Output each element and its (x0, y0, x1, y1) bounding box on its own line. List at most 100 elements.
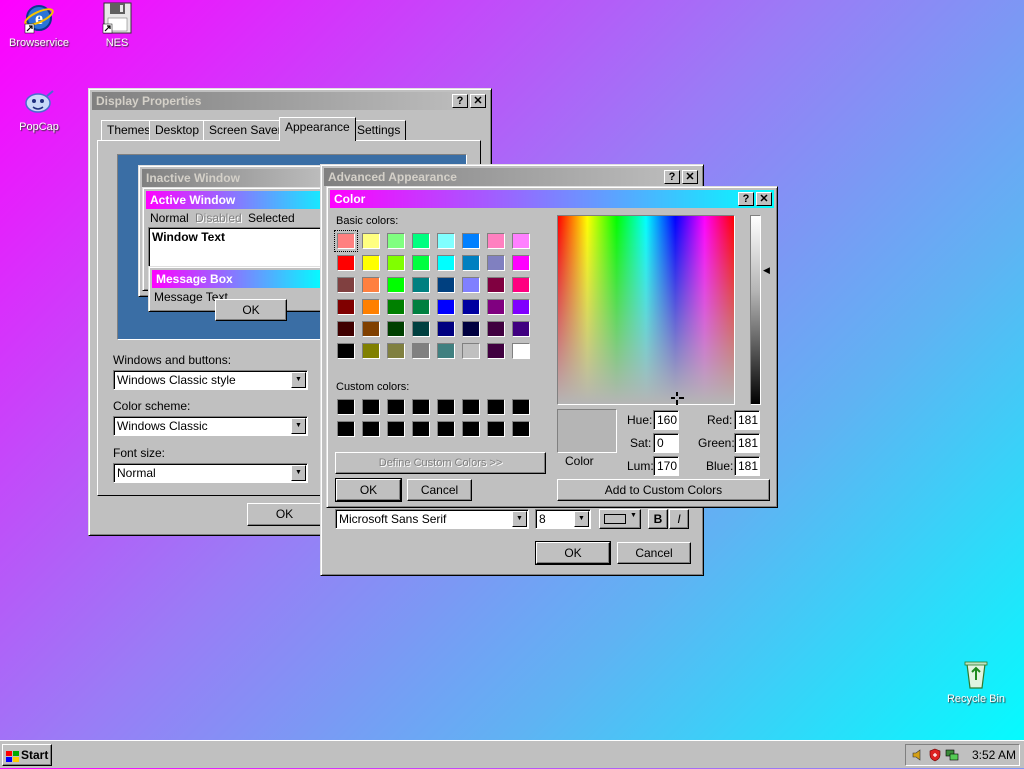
basic-color-swatch[interactable] (337, 277, 355, 293)
chevron-down-icon[interactable]: ▼ (574, 511, 589, 527)
close-button[interactable]: ✕ (682, 170, 698, 184)
chevron-down-icon[interactable]: ▼ (291, 372, 306, 388)
basic-color-swatch[interactable] (387, 299, 405, 315)
green-field[interactable]: 181 (734, 433, 760, 453)
tab-settings[interactable]: Settings (351, 120, 407, 140)
basic-color-swatch[interactable] (387, 255, 405, 271)
basic-color-swatch[interactable] (487, 321, 505, 337)
font-select[interactable]: Microsoft Sans Serif ▼ (335, 509, 529, 529)
lum-field[interactable]: 170 (653, 456, 679, 476)
font-size-combo[interactable]: 8 ▼ (535, 509, 591, 529)
advanced-cancel-button[interactable]: Cancel (617, 542, 691, 564)
tab-appearance[interactable]: Appearance (279, 117, 356, 141)
basic-color-swatch[interactable] (387, 277, 405, 293)
custom-color-swatch[interactable] (512, 421, 530, 437)
custom-color-swatch[interactable] (512, 399, 530, 415)
start-button[interactable]: Start (2, 744, 52, 766)
red-field[interactable]: 181 (734, 410, 760, 430)
network-icon[interactable] (945, 748, 959, 762)
basic-color-swatch[interactable] (337, 321, 355, 337)
basic-color-swatch[interactable] (437, 277, 455, 293)
basic-color-swatch[interactable] (337, 255, 355, 271)
custom-color-swatch[interactable] (437, 421, 455, 437)
chevron-down-icon[interactable]: ▼ (291, 465, 306, 481)
basic-color-swatch[interactable] (412, 233, 430, 249)
basic-color-swatch[interactable] (412, 299, 430, 315)
basic-color-swatch[interactable] (387, 343, 405, 359)
sat-field[interactable]: 0 (653, 433, 679, 453)
chevron-down-icon[interactable]: ▼ (291, 418, 306, 434)
custom-color-swatch[interactable] (437, 399, 455, 415)
basic-color-swatch[interactable] (462, 321, 480, 337)
custom-color-swatch[interactable] (362, 399, 380, 415)
help-button[interactable]: ? (452, 94, 468, 108)
basic-color-swatch[interactable] (337, 343, 355, 359)
basic-color-swatch[interactable] (512, 321, 530, 337)
basic-color-swatch[interactable] (512, 343, 530, 359)
close-button[interactable]: ✕ (470, 94, 486, 108)
basic-color-swatch[interactable] (387, 321, 405, 337)
basic-color-swatch[interactable] (512, 233, 530, 249)
basic-color-swatch[interactable] (462, 343, 480, 359)
basic-color-swatch[interactable] (437, 255, 455, 271)
basic-color-swatch[interactable] (412, 321, 430, 337)
luminance-bar[interactable] (750, 215, 761, 405)
basic-color-swatch[interactable] (412, 277, 430, 293)
basic-color-swatch[interactable] (362, 343, 380, 359)
basic-color-swatch[interactable] (487, 343, 505, 359)
color-spectrum[interactable] (557, 215, 735, 405)
custom-color-swatch[interactable] (487, 421, 505, 437)
basic-color-swatch[interactable] (487, 233, 505, 249)
close-button[interactable]: ✕ (756, 192, 772, 206)
basic-color-swatch[interactable] (362, 277, 380, 293)
desktop-icon-popcap[interactable]: PopCap (1, 86, 77, 133)
basic-color-swatch[interactable] (412, 255, 430, 271)
basic-color-swatch[interactable] (462, 277, 480, 293)
desktop-icon-recycle-bin[interactable]: Recycle Bin (938, 658, 1014, 705)
basic-color-swatch[interactable] (462, 255, 480, 271)
desktop-icon-browservice[interactable]: e Browservice (1, 2, 77, 49)
custom-color-swatch[interactable] (362, 421, 380, 437)
luminance-arrow-icon[interactable]: ◀ (763, 265, 770, 276)
basic-color-swatch[interactable] (437, 343, 455, 359)
windows-and-buttons-select[interactable]: Windows Classic style ▼ (113, 370, 308, 390)
color-ok-button[interactable]: OK (335, 478, 402, 502)
tab-screen-saver[interactable]: Screen Saver (203, 120, 288, 140)
font-color-button[interactable]: ▼ (599, 509, 641, 529)
basic-color-swatch[interactable] (512, 255, 530, 271)
color-cancel-button[interactable]: Cancel (407, 479, 472, 501)
basic-color-swatch[interactable] (487, 255, 505, 271)
basic-color-swatch[interactable] (462, 299, 480, 315)
advanced-appearance-titlebar[interactable]: Advanced Appearance ? ✕ (324, 168, 700, 186)
custom-color-swatch[interactable] (337, 399, 355, 415)
color-dialog-titlebar[interactable]: Color ? ✕ (330, 190, 774, 208)
display-ok-button[interactable]: OK (247, 503, 322, 526)
font-size-select[interactable]: Normal ▼ (113, 463, 308, 483)
define-custom-colors-button[interactable]: Define Custom Colors >> (335, 452, 546, 474)
basic-color-swatch[interactable] (412, 343, 430, 359)
basic-color-swatch[interactable] (512, 277, 530, 293)
custom-color-swatch[interactable] (337, 421, 355, 437)
custom-color-swatch[interactable] (462, 399, 480, 415)
custom-color-swatch[interactable] (462, 421, 480, 437)
basic-color-swatch[interactable] (337, 299, 355, 315)
help-button[interactable]: ? (738, 192, 754, 206)
bold-button[interactable]: B (648, 509, 668, 529)
help-button[interactable]: ? (664, 170, 680, 184)
speaker-icon[interactable] (911, 748, 925, 762)
shield-icon[interactable] (928, 748, 942, 762)
basic-color-swatch[interactable] (387, 233, 405, 249)
basic-color-swatch[interactable] (362, 321, 380, 337)
basic-color-swatch[interactable] (334, 230, 358, 252)
custom-color-swatch[interactable] (412, 399, 430, 415)
advanced-ok-button[interactable]: OK (535, 541, 611, 565)
basic-color-swatch[interactable] (462, 233, 480, 249)
italic-button[interactable]: I (669, 509, 689, 529)
basic-color-swatch[interactable] (487, 277, 505, 293)
tab-desktop[interactable]: Desktop (149, 120, 206, 140)
basic-color-swatch[interactable] (437, 299, 455, 315)
basic-color-swatch[interactable] (437, 233, 455, 249)
hue-field[interactable]: 160 (653, 410, 679, 430)
color-scheme-select[interactable]: Windows Classic ▼ (113, 416, 308, 436)
blue-field[interactable]: 181 (734, 456, 760, 476)
